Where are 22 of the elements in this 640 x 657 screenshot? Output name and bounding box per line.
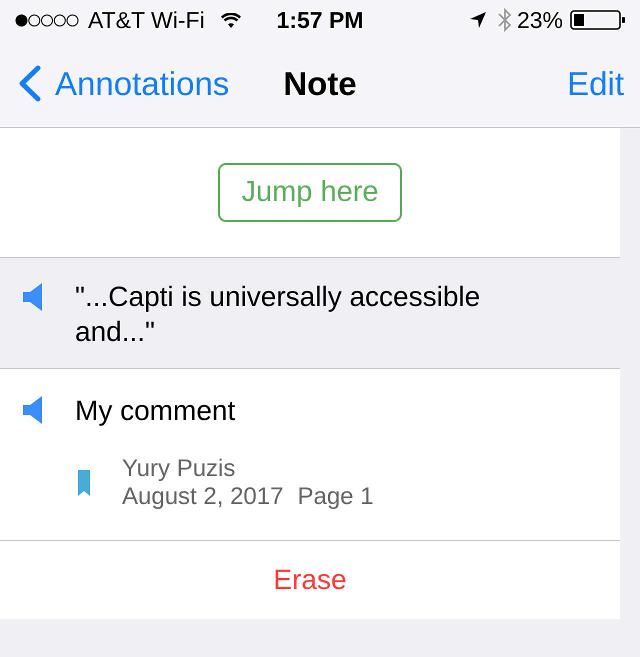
bookmark-icon bbox=[78, 470, 90, 496]
signal-icon bbox=[15, 14, 79, 26]
author-name: Yury Puzis bbox=[122, 455, 236, 483]
location-arrow-icon bbox=[470, 12, 486, 28]
page-number: Page 1 bbox=[297, 483, 374, 511]
speaker-icon bbox=[23, 283, 42, 311]
erase-button[interactable]: Erase bbox=[273, 566, 347, 594]
note-date: August 2, 2017 bbox=[122, 483, 284, 511]
edit-button[interactable]: Edit bbox=[567, 67, 624, 100]
wifi-icon bbox=[220, 12, 241, 28]
battery-icon bbox=[570, 10, 626, 30]
status-time: 1:57 PM bbox=[276, 8, 364, 32]
quote-text: "...Capti is universally accessible and..." bbox=[75, 280, 482, 349]
nav-title: Note bbox=[283, 67, 357, 100]
bluetooth-icon bbox=[498, 8, 512, 32]
chevron-left-icon bbox=[17, 65, 42, 102]
jump-here-button[interactable]: Jump here bbox=[218, 163, 402, 222]
speaker-icon bbox=[23, 396, 42, 424]
back-button[interactable]: Annotations bbox=[17, 65, 230, 102]
carrier-name: AT&T Wi-Fi bbox=[88, 8, 205, 32]
comment-text: My comment bbox=[75, 394, 236, 428]
battery-percent: 23% bbox=[516, 8, 563, 32]
